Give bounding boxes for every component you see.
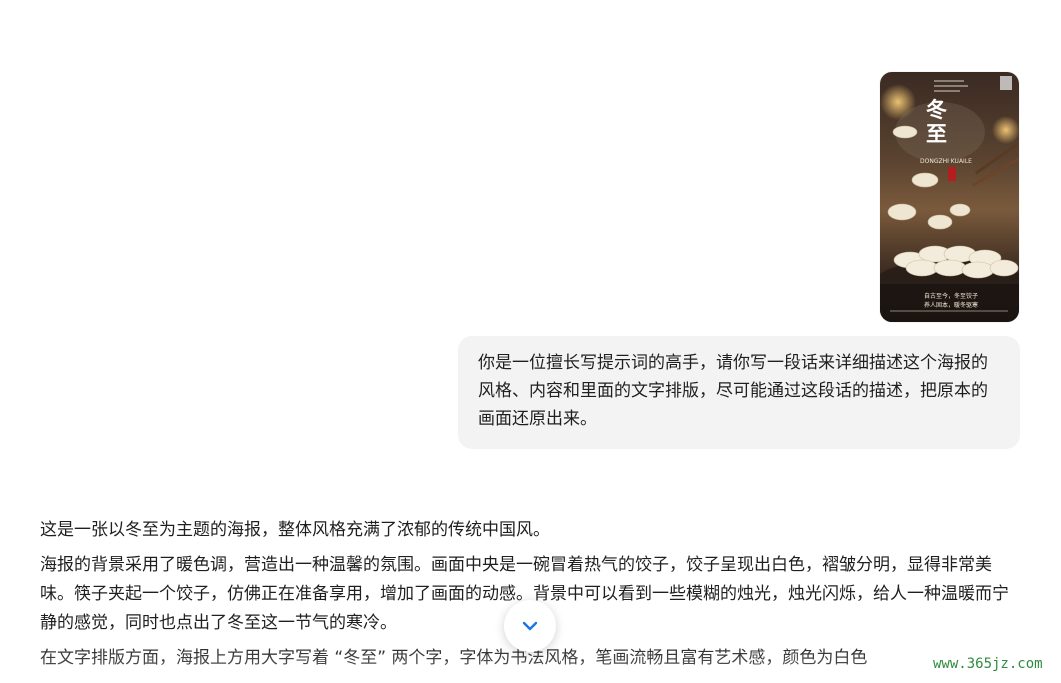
chevron-down-icon [522, 621, 538, 631]
assistant-reply: 这是一张以冬至为主题的海报，整体风格充满了浓郁的传统中国风。 海报的背景采用了暖… [40, 516, 1025, 679]
scroll-to-bottom-button[interactable] [504, 600, 556, 652]
watermark: www.365jz.com [933, 656, 1043, 672]
reply-paragraph: 这是一张以冬至为主题的海报，整体风格充满了浓郁的传统中国风。 [40, 520, 550, 540]
poster-subtitle: DONGZHI KUAILE [920, 158, 972, 165]
poster-tagline-line1: 自古至今，冬至饺子 [924, 293, 979, 300]
user-message-bubble: 你是一位擅长写提示词的高手，请你写一段话来详细描述这个海报的风格、内容和里面的文… [458, 336, 1020, 449]
poster-artwork [880, 76, 1019, 322]
poster-title: 冬至 [926, 97, 947, 146]
attached-poster-image[interactable]: 冬至 DONGZHI KUAILE 自古至今，冬至饺子 养人固本，暖冬驱寒 [880, 72, 1019, 322]
poster-tagline-line2: 养人固本，暖冬驱寒 [924, 302, 979, 309]
user-message-text: 你是一位擅长写提示词的高手，请你写一段话来详细描述这个海报的风格、内容和里面的文… [478, 353, 988, 429]
